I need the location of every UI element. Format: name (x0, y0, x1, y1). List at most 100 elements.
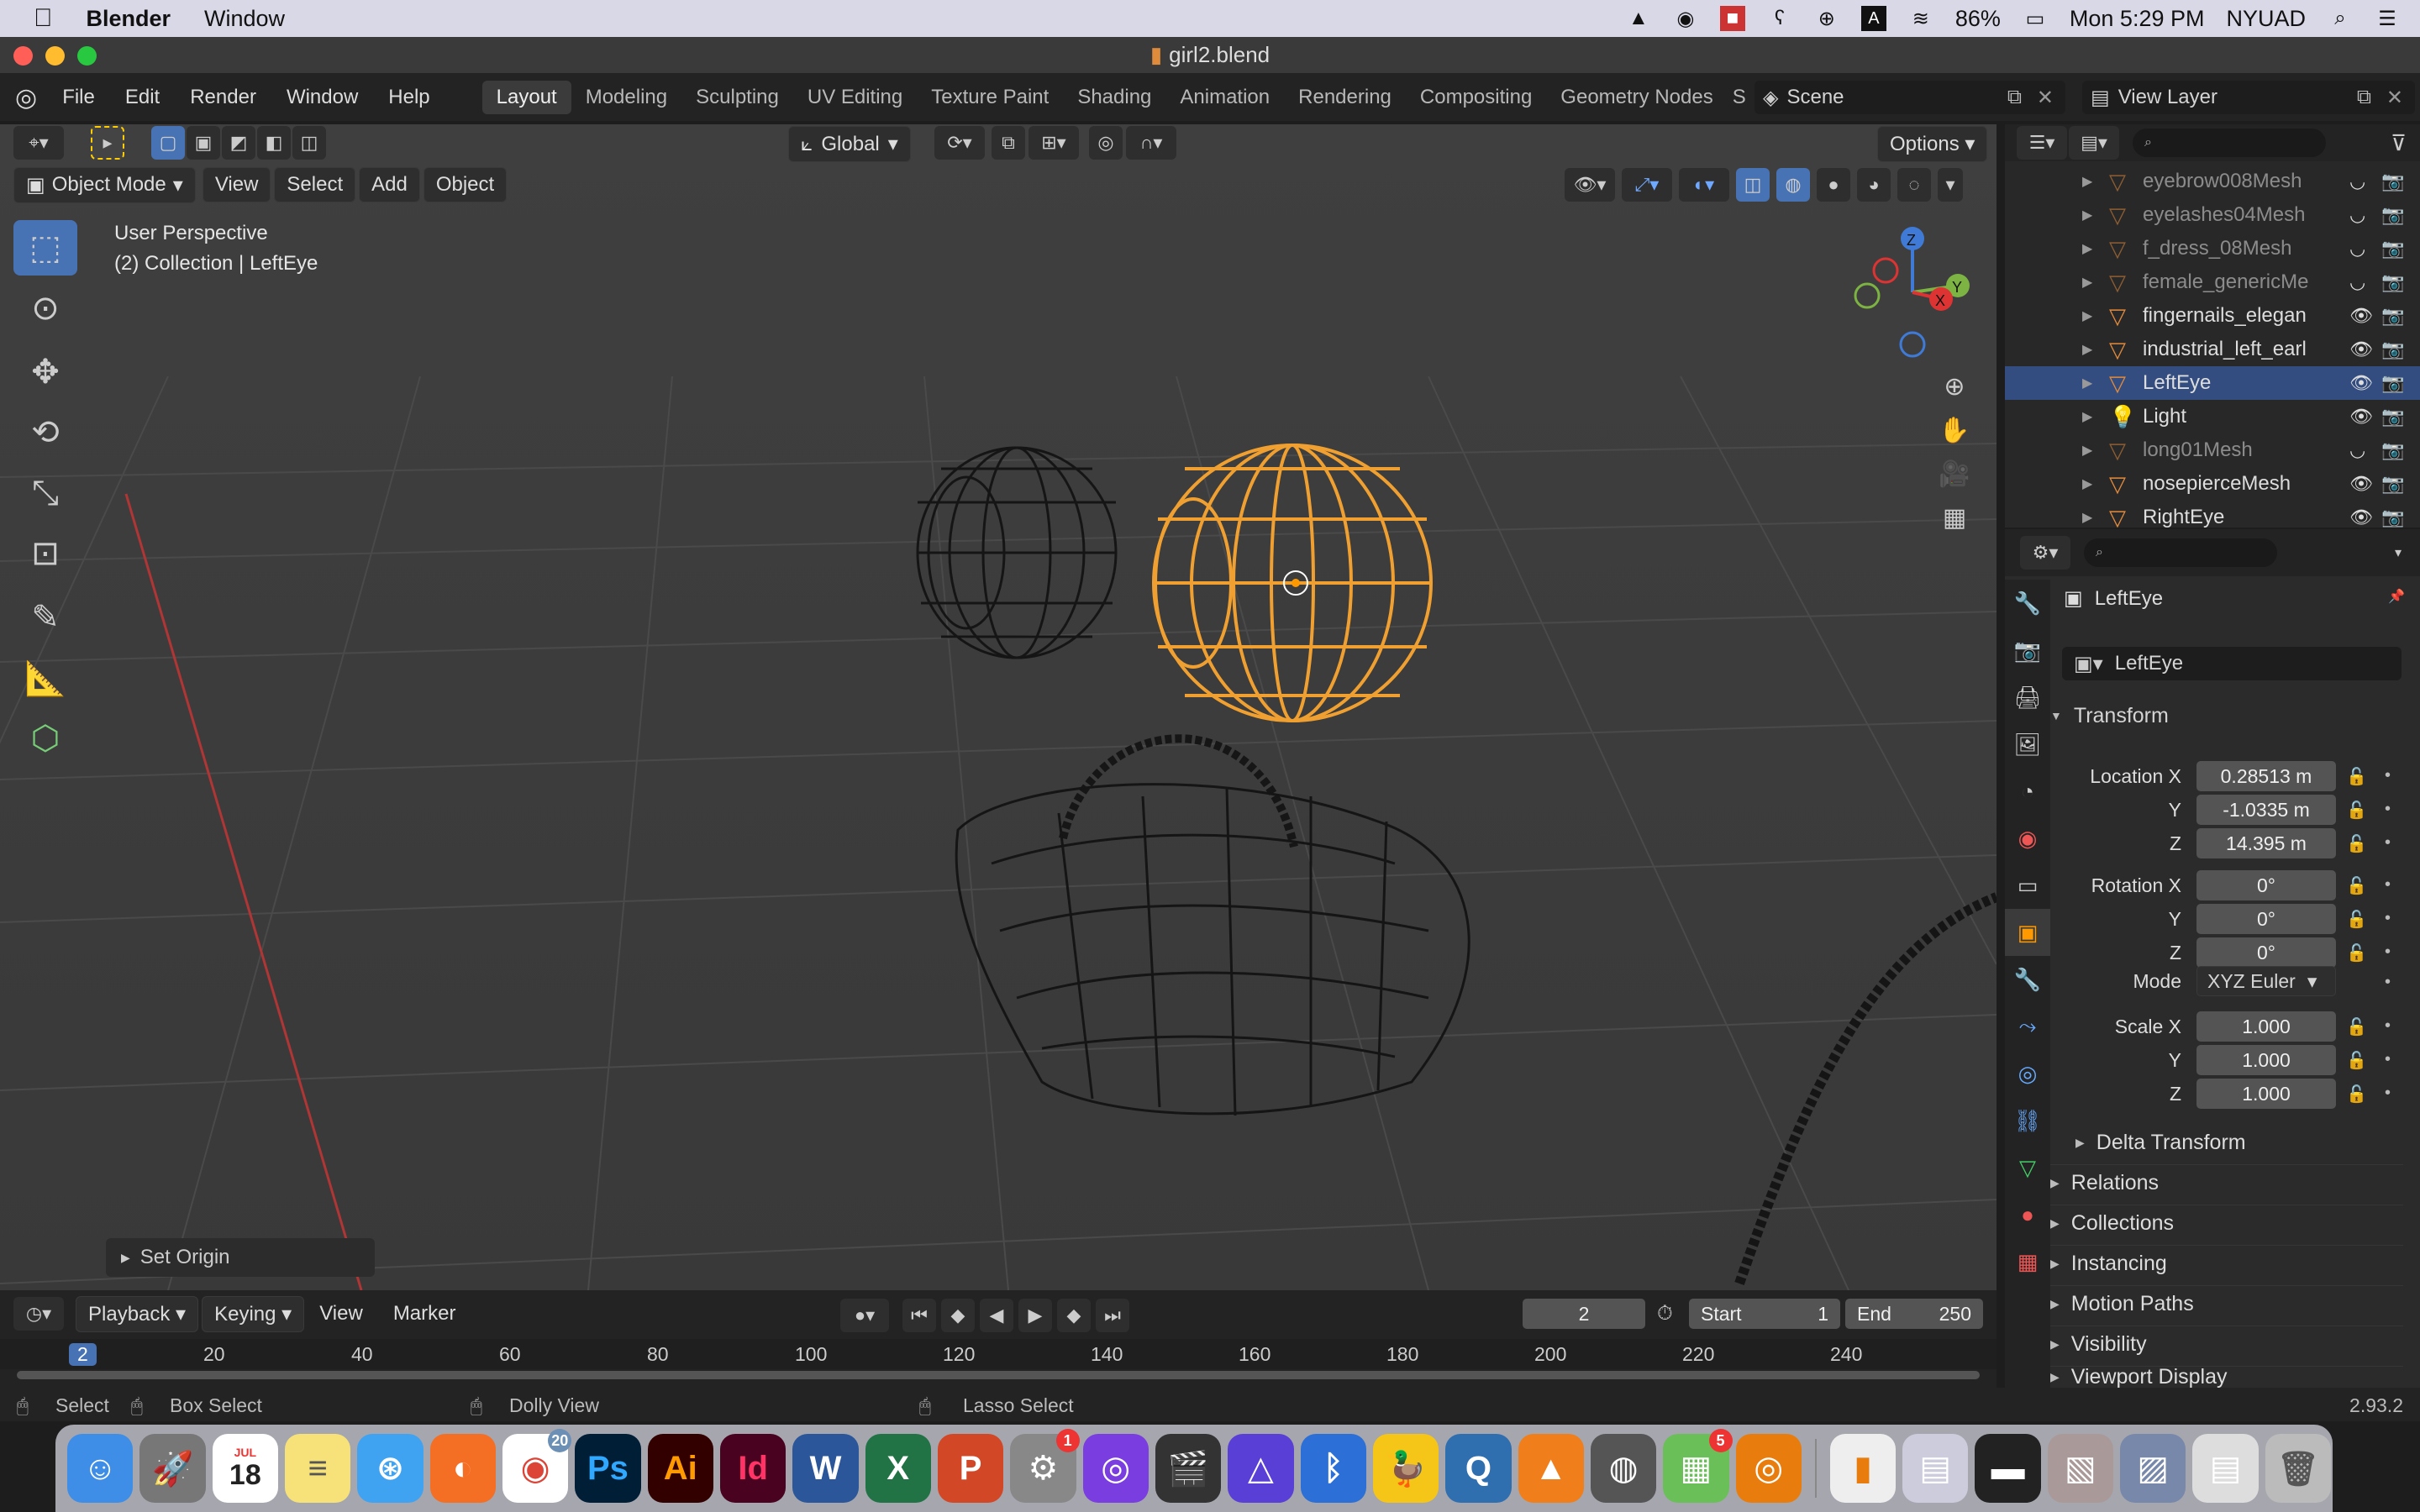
outliner-row[interactable]: ▶ ▽ LeftEye 👁 📷 (2005, 366, 2420, 400)
rotation-x-field[interactable]: 0° (2196, 870, 2336, 900)
expand-arrow-icon[interactable]: ▶ (2082, 509, 2092, 526)
location-z-field[interactable]: 14.395 m (2196, 828, 2336, 858)
visible-eye-icon[interactable]: 👁 (2349, 305, 2373, 327)
move-tool-icon[interactable]: ✥ (13, 344, 77, 400)
physics-tab-icon[interactable]: ◎ (2005, 1050, 2050, 1097)
snap-target-icon[interactable]: ⊞▾ (1028, 126, 1079, 160)
xray-toggle-icon[interactable]: ◫ (1736, 168, 1770, 202)
safari-icon[interactable]: ⊛ (357, 1434, 424, 1503)
launchpad-icon[interactable]: 🚀 (139, 1434, 206, 1503)
lock-icon[interactable]: 🔓 (2346, 875, 2367, 896)
viewport-scene[interactable]: Z Y X (0, 124, 1996, 1290)
location-x-field[interactable]: 0.28513 m (2196, 761, 2336, 791)
outliner-row[interactable]: ▶ ▽ fingernails_elegan 👁 📷 (2005, 299, 2420, 333)
file-menu[interactable]: File (47, 86, 110, 109)
photoshop-icon[interactable]: Ps (575, 1434, 641, 1503)
render-camera-icon[interactable]: 📷 (2381, 271, 2404, 293)
expand-arrow-icon[interactable]: ▶ (2082, 307, 2092, 324)
bear-icon[interactable]: ʕ (1767, 6, 1792, 31)
view-layer-selector[interactable]: ▤ View Layer ⧉ ✕ (2082, 81, 2415, 114)
keyframe-dot-icon[interactable]: • (2385, 909, 2391, 928)
world-tab-icon[interactable]: ◉ (2005, 815, 2050, 862)
tab-modeling[interactable]: Modeling (571, 81, 681, 114)
material-shading-icon[interactable]: ◕ (1857, 168, 1891, 202)
control-center-icon[interactable]: ☰ (2375, 6, 2400, 31)
stopwatch-icon[interactable]: ⏱ (1657, 1302, 1673, 1326)
outliner-editor-icon[interactable]: ☰▾ (2017, 126, 2067, 160)
overlay-toggle-icon[interactable]: ◐▾ (1679, 168, 1729, 202)
outliner-row[interactable]: ▶ ▽ industrial_left_earl 👁 📷 (2005, 333, 2420, 366)
rotation-z-field[interactable]: 0° (2196, 937, 2336, 968)
blender-icon[interactable]: ◎ (1735, 1434, 1802, 1503)
hidden-eye-icon[interactable]: ◡ (2349, 204, 2365, 226)
illustrator-icon[interactable]: Ai (647, 1434, 713, 1503)
view-menu[interactable]: View (202, 167, 271, 202)
keyframe-dot-icon[interactable]: • (2385, 833, 2391, 853)
keyframe-dot-icon[interactable]: • (2385, 875, 2391, 895)
screenshot-thumbnail-4[interactable]: ▨ (2120, 1434, 2186, 1503)
tab-geometry-nodes[interactable]: Geometry Nodes (1546, 81, 1727, 114)
falloff-icon[interactable]: ∩▾ (1126, 126, 1176, 160)
outliner-row[interactable]: ▶ ▽ female_genericMe ◡ 📷 (2005, 265, 2420, 299)
render-camera-icon[interactable]: 📷 (2381, 473, 2404, 495)
scene-tab-icon[interactable]: ◔ (2005, 768, 2050, 815)
select-mode-subtract-icon[interactable]: ◩ (222, 126, 255, 160)
solid-shading-icon[interactable]: ● (1817, 168, 1850, 202)
scale-tool-icon[interactable]: ⤡ (13, 465, 77, 521)
keyframe-dot-icon[interactable]: • (2385, 766, 2391, 785)
render-tab-icon[interactable]: 📷 (2005, 627, 2050, 674)
particles-tab-icon[interactable]: ⤳ (2005, 1003, 2050, 1050)
expand-arrow-icon[interactable]: ▶ (2082, 408, 2092, 425)
visible-eye-icon[interactable]: 👁 (2349, 372, 2373, 394)
prev-keyframe-icon[interactable]: ◆ (941, 1299, 975, 1332)
visible-eye-icon[interactable]: 👁 (2349, 507, 2373, 528)
hidden-eye-icon[interactable]: ◡ (2349, 271, 2365, 293)
panel-collections[interactable]: ▶ Collections (2050, 1205, 2403, 1242)
app-store-icon[interactable]: ▦ 5 (1663, 1429, 1733, 1503)
tab-animation[interactable]: Animation (1165, 81, 1284, 114)
outliner-row[interactable]: ▶ ▽ nosepierceMesh 👁 📷 (2005, 467, 2420, 501)
excel-icon[interactable]: X (865, 1434, 931, 1503)
render-menu[interactable]: Render (175, 86, 271, 109)
rendered-shading-icon[interactable]: ◌ (1897, 168, 1931, 202)
lock-icon[interactable]: 🔓 (2346, 1084, 2367, 1105)
location-y-field[interactable]: -1.0335 m (2196, 795, 2336, 825)
zoom-icon[interactable]: ⊕ (1938, 370, 1971, 403)
clock[interactable]: Mon 5:29 PM (2070, 6, 2205, 32)
input-source-icon[interactable]: A (1860, 6, 1886, 31)
panel-relations[interactable]: ▶ Relations (2050, 1164, 2403, 1201)
visible-eye-icon[interactable]: 👁 (2349, 406, 2373, 428)
camera-view-icon[interactable]: 🎥 (1938, 457, 1971, 491)
trash-icon[interactable]: 🗑 (2265, 1434, 2332, 1503)
system-preferences-icon[interactable]: ⚙ 1 (1010, 1429, 1080, 1503)
jump-end-icon[interactable]: ⏭ (1096, 1299, 1129, 1332)
current-frame-field[interactable]: 2 (1523, 1299, 1645, 1329)
object-menu[interactable]: Object (423, 167, 508, 202)
close-window-button[interactable] (13, 46, 33, 66)
properties-chevron-down-icon[interactable]: ▾ (2395, 544, 2402, 561)
outliner-row[interactable]: ▶ ▽ f_dress_08Mesh ◡ 📷 (2005, 232, 2420, 265)
current-frame-marker[interactable]: 2 (69, 1343, 97, 1366)
constraints-tab-icon[interactable]: ⛓ (2005, 1097, 2050, 1144)
lock-icon[interactable]: 🔓 (2346, 1050, 2367, 1071)
edit-menu[interactable]: Edit (110, 86, 175, 109)
hidden-eye-icon[interactable]: ◡ (2349, 171, 2365, 192)
tab-rendering[interactable]: Rendering (1284, 81, 1406, 114)
scene-selector[interactable]: ◈ Scene ⧉ ✕ (1754, 81, 2065, 114)
add-cube-tool-icon[interactable]: ⬡ (13, 711, 77, 766)
3d-viewport[interactable]: Z Y X User Perspective (2) Collection | … (0, 124, 1996, 1290)
render-camera-icon[interactable]: 📷 (2381, 372, 2404, 394)
wifi-icon[interactable]: ≋ (1908, 6, 1933, 31)
annotate-tool-icon[interactable]: ✎ (13, 590, 77, 645)
snap-toggle-icon[interactable]: ⧉ (992, 126, 1025, 160)
zoom-window-button[interactable] (77, 46, 97, 66)
panel-viewport-display[interactable]: ▶ Viewport Display (2050, 1366, 2403, 1388)
select-menu[interactable]: Select (274, 167, 356, 202)
shading-options-chevron-icon[interactable]: ▾ (1938, 168, 1963, 202)
tab-shading[interactable]: Shading (1063, 81, 1165, 114)
outliner-search-input[interactable]: ⌕ (2133, 129, 2326, 157)
scale-x-field[interactable]: 1.000 (2196, 1011, 2336, 1042)
cursor-tool-icon[interactable]: ⊙ (13, 281, 77, 336)
select-mode-intersect-icon[interactable]: ◫ (292, 126, 326, 160)
marker-menu[interactable]: Marker (378, 1302, 471, 1326)
